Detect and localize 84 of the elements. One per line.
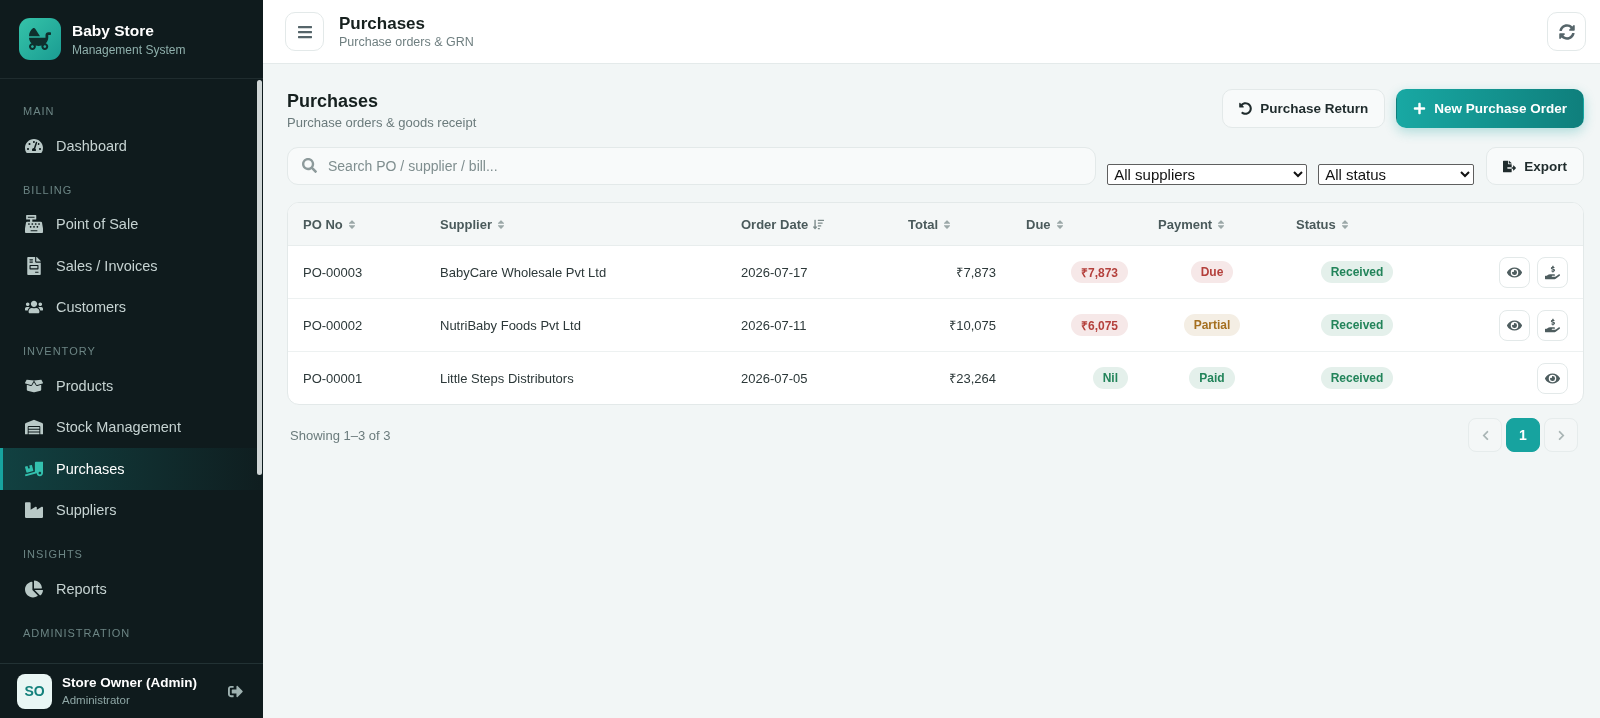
user-name: Store Owner (Admin) [62,674,197,691]
column-header[interactable]: Order Date [741,216,825,232]
sidebar-item[interactable]: Point of Sale [0,203,263,245]
search-field[interactable]: Search PO / supplier / bill... [287,147,1097,185]
table-cell: Little Steps Distributors [440,370,574,386]
sidebar-item[interactable]: Dashboard [0,125,263,167]
payment-status-pill: Partial [1183,314,1241,336]
pay-button[interactable] [1537,256,1568,288]
table-cell: NutriBaby Foods Pvt Ltd [440,317,581,333]
gauge-icon [25,136,43,155]
sidebar-item[interactable]: Customers [0,286,263,328]
plus-icon [1413,102,1427,115]
nav-section-heading: INSIGHTS [22,547,84,562]
page-title: Purchases [287,90,380,112]
sidebar-item[interactable]: Suppliers [0,489,263,531]
table-cell: PO-00002 [303,317,363,333]
receipt-status-pill: Received [1320,367,1394,389]
hand-dollar-icon [1545,264,1560,280]
table-cell: 2026-07-17 [741,264,808,280]
column-header[interactable]: Total [908,216,952,232]
table-cell: PO-00003 [303,264,363,280]
new-order-button[interactable]: New Purchase Order [1396,89,1584,128]
receipt-status-pill: Received [1320,314,1394,336]
due-amount-pill: ₹7,873 [1070,261,1128,283]
sidebar-item[interactable]: Reports [0,568,263,610]
logout-icon [228,683,243,699]
header-title: Purchases [339,13,426,34]
status-select[interactable]: All status [1318,164,1475,185]
scrollbar-thumb[interactable] [257,80,262,475]
sidebar-item[interactable]: Sales / Invoices [0,245,263,287]
view-button[interactable] [1499,309,1530,341]
nav-section-heading: BILLING [22,182,74,198]
menu-icon [296,23,313,40]
warehouse-icon [25,418,43,437]
table-cell-text: ₹23,264 [949,370,996,387]
user-role: Administrator [62,693,131,708]
receipt-status-pill: Received [1320,261,1394,283]
cash-register-icon [25,215,43,234]
search-icon [302,158,317,173]
hand-dollar-icon [1545,317,1560,333]
column-header[interactable]: Supplier [440,216,505,232]
table-cell: 2026-07-05 [741,370,808,386]
due-amount-pill: ₹6,075 [1070,314,1128,336]
view-button[interactable] [1499,256,1530,288]
undo-icon [1239,102,1253,115]
nav-section-heading: ADMINISTRATION [22,625,132,641]
pie-chart-icon [25,579,43,598]
document-icon [25,256,43,275]
payment-status-pill: Paid [1189,367,1235,389]
sidebar-item[interactable]: Products [0,365,263,407]
column-header[interactable]: PO No [303,216,356,232]
hand-truck-icon [25,459,43,478]
factory-icon [25,501,43,520]
export-button[interactable]: Export [1486,147,1584,185]
brand-tagline: Management System [72,42,186,58]
user-avatar: SO [17,673,52,709]
baby-carriage-icon [19,18,61,60]
results-summary: Showing 1–3 of 3 [289,427,391,443]
table-cell-text: ₹10,075 [949,317,996,334]
table-cell: 2026-07-11 [741,317,807,333]
file-export-icon [1503,159,1517,173]
due-amount-pill: Nil [1092,367,1128,389]
view-button[interactable] [1537,362,1568,394]
supplier-select[interactable]: All suppliers [1107,164,1308,185]
pay-button[interactable] [1537,309,1568,341]
refresh-button[interactable] [1547,12,1586,51]
return-button[interactable]: Purchase Return [1222,89,1386,128]
nav-section-heading: INVENTORY [22,344,97,359]
table-cell: BabyCare Wholesale Pvt Ltd [440,264,607,280]
table-cell: PO-00001 [303,370,363,386]
nav-section-heading: MAIN [22,104,56,119]
sidebar-item[interactable]: Stock Management [0,406,263,448]
menu-button[interactable] [285,12,324,51]
logout-button[interactable] [228,683,243,699]
page-subtitle: Purchase orders & goods receipt [287,114,477,132]
column-header[interactable]: Payment [1158,216,1226,232]
brand-name: Baby Store [72,20,155,40]
payment-status-pill: Due [1190,261,1234,283]
refresh-icon [1558,23,1575,40]
column-header[interactable]: Status [1296,216,1349,232]
sidebar-item[interactable]: Purchases [0,448,263,490]
column-header[interactable]: Due [1026,216,1064,232]
table-cell-text: ₹7,873 [956,264,996,281]
header-subtitle: Purchase orders & GRN [339,33,474,50]
